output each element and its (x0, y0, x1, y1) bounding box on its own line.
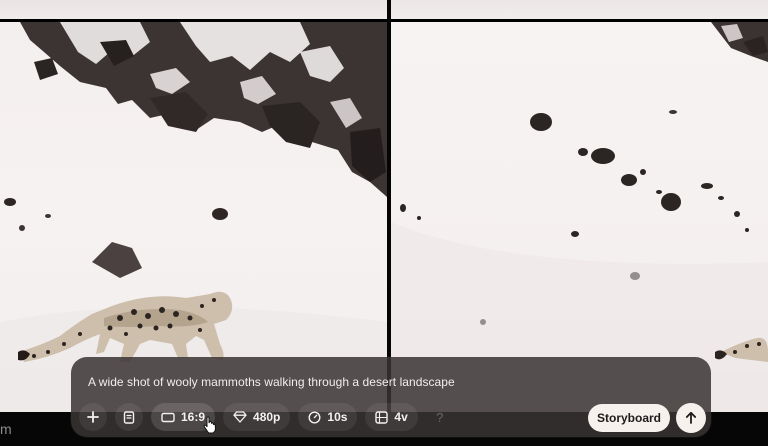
prompt-composer: A wide shot of wooly mammoths walking th… (71, 357, 711, 437)
resolution-button[interactable]: 480p (223, 403, 291, 431)
hand-cursor-icon (203, 416, 217, 434)
variations-button[interactable]: 4v (365, 403, 418, 431)
submit-button[interactable] (676, 403, 706, 433)
video-thumbnail-top-left[interactable] (0, 0, 387, 19)
prompt-input[interactable]: A wide shot of wooly mammoths walking th… (88, 375, 455, 389)
plus-icon (87, 411, 99, 423)
duration-button[interactable]: 10s (298, 403, 358, 431)
aspect-ratio-label: 16:9 (181, 410, 206, 424)
top-video-strip (0, 0, 768, 19)
preset-button[interactable] (115, 403, 143, 431)
clock-icon (308, 410, 321, 424)
diamond-icon (233, 411, 247, 423)
left-edge-text: m (0, 421, 12, 437)
grid-icon (375, 410, 389, 424)
video-thumbnail-top-right[interactable] (390, 0, 768, 19)
resolution-label: 480p (253, 410, 281, 424)
storyboard-button[interactable]: Storyboard (588, 404, 670, 432)
duration-label: 10s (327, 410, 348, 424)
book-icon (123, 410, 135, 424)
help-button[interactable]: ? (426, 403, 454, 431)
add-button[interactable] (79, 403, 107, 431)
composer-toolbar: 16:9 480p 10s 4v ? (79, 402, 454, 432)
video-grid: m A wide shot of wooly mammoths walking … (0, 0, 768, 446)
arrow-up-icon (685, 411, 697, 424)
variations-label: 4v (394, 410, 408, 424)
aspect-ratio-icon (161, 412, 175, 422)
